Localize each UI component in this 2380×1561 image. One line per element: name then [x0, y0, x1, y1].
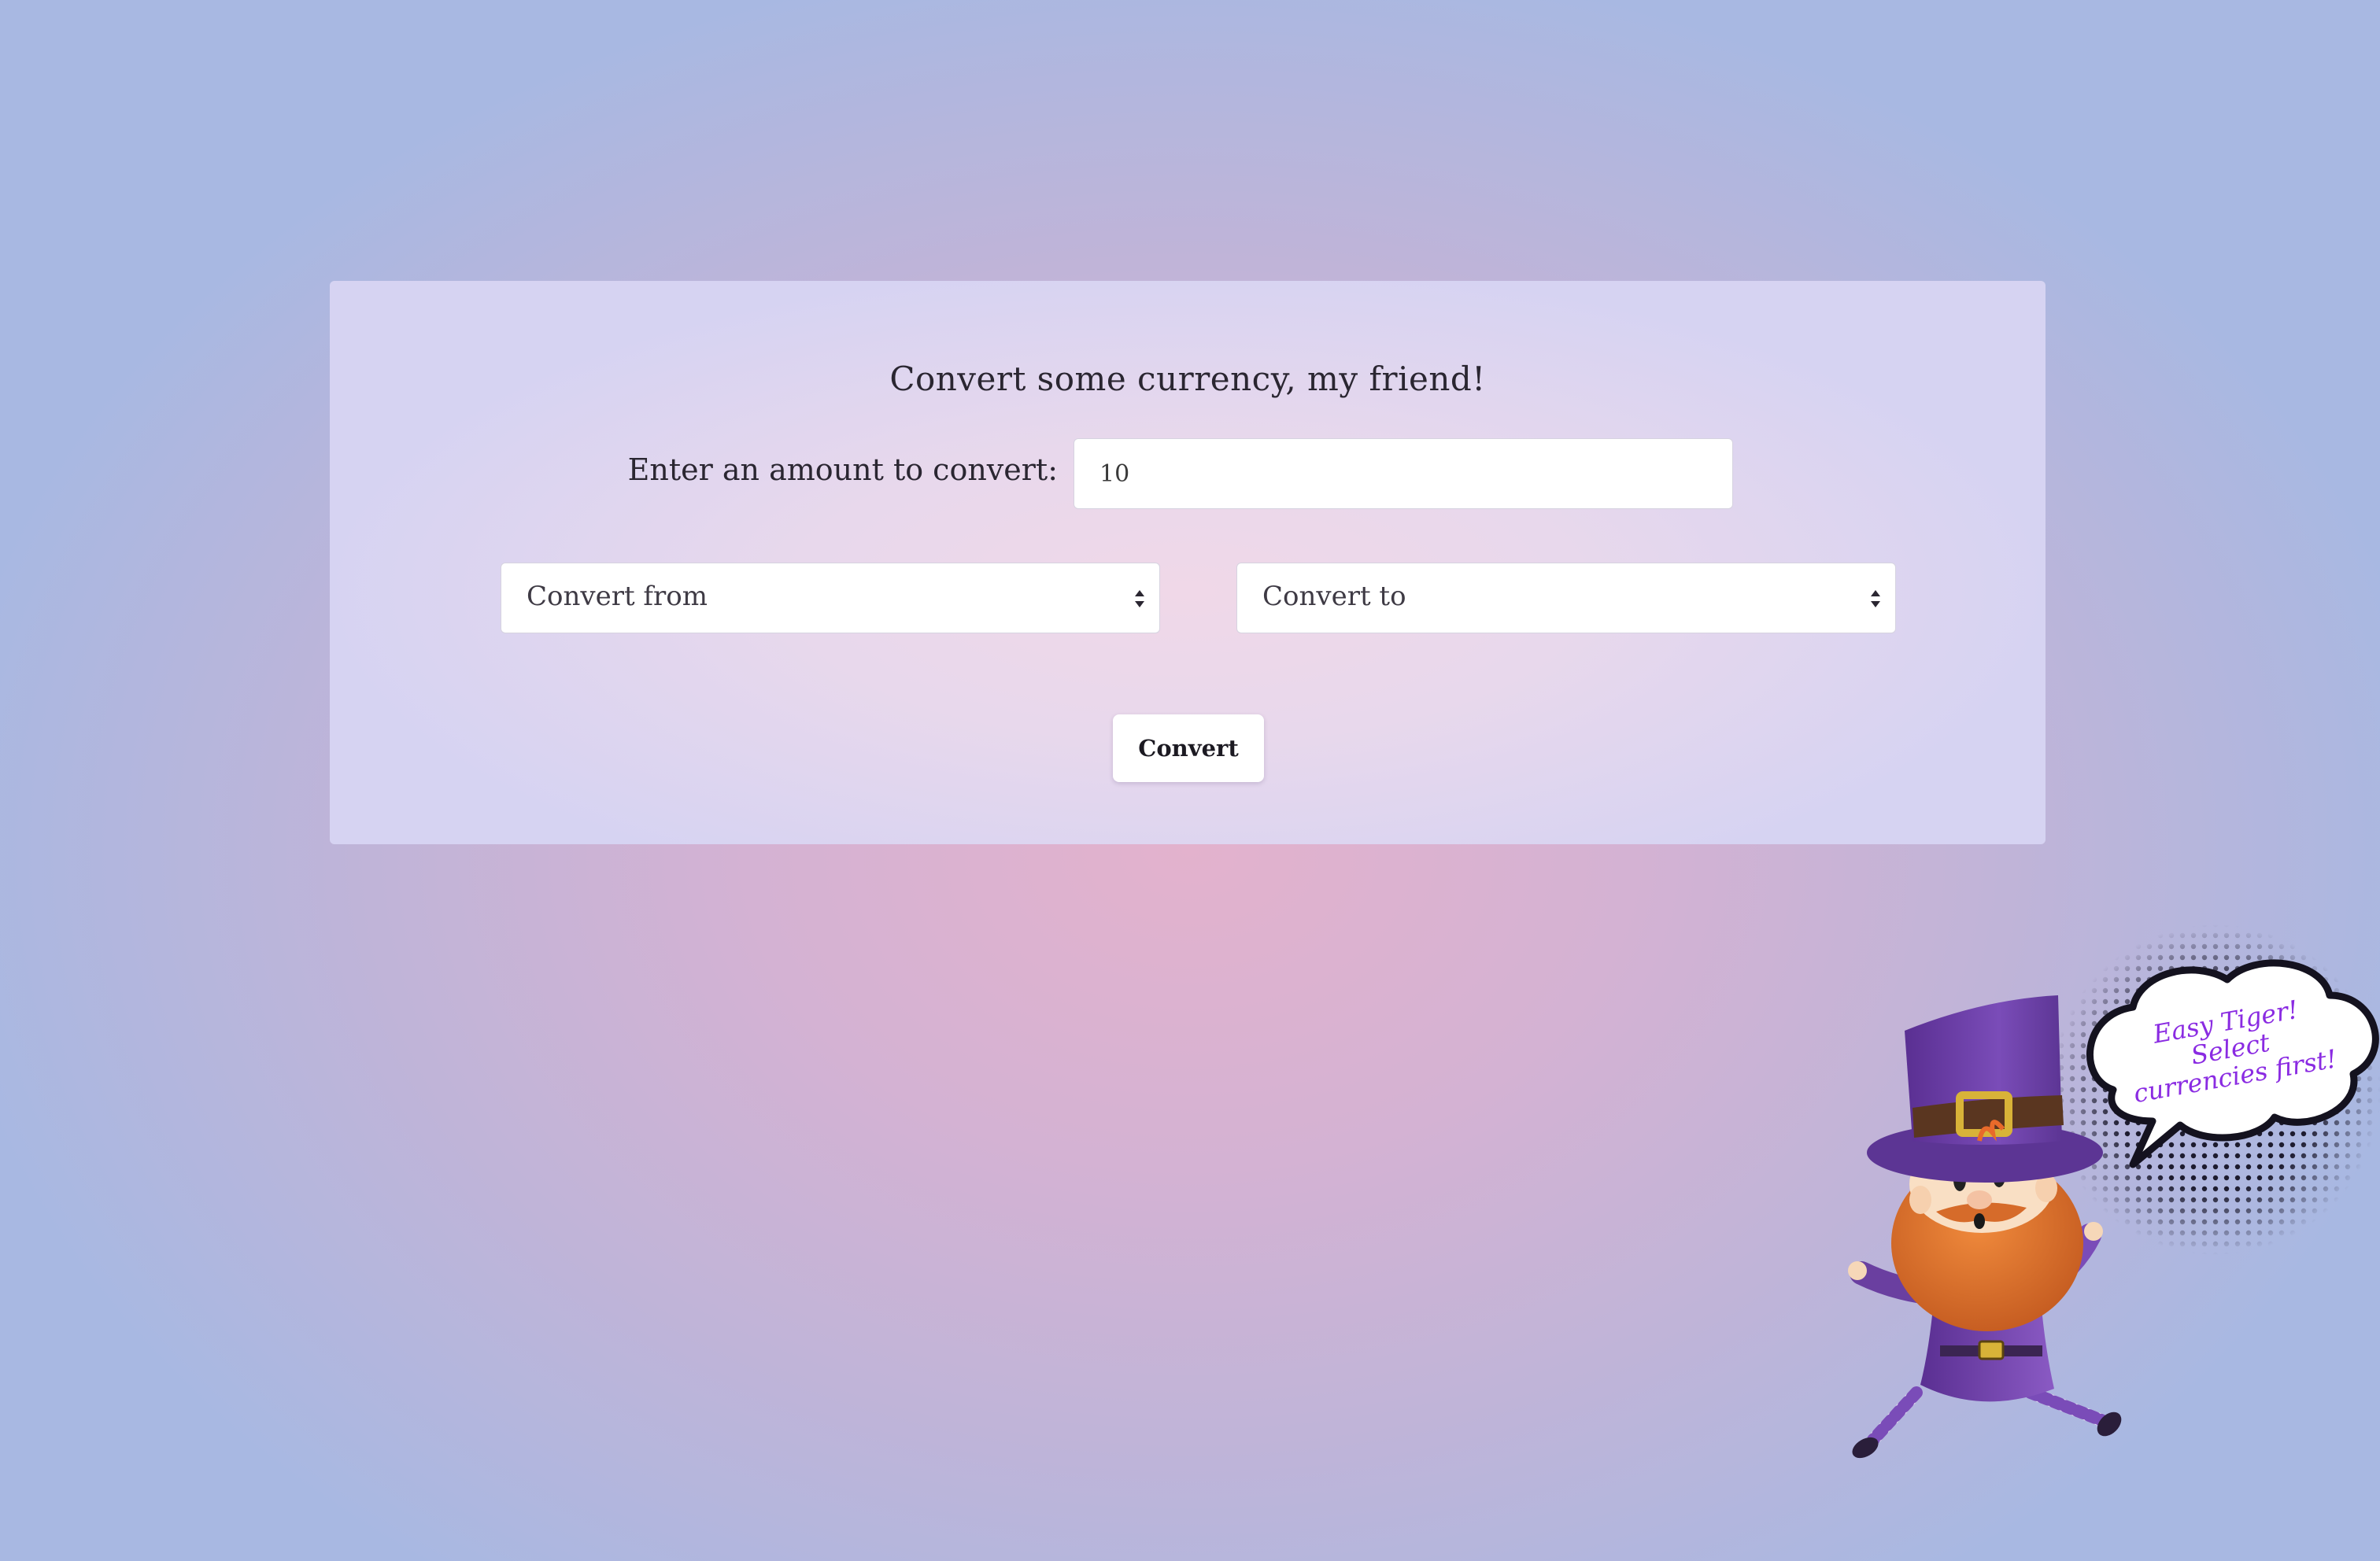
convert-to-value: Convert to — [1262, 581, 1406, 612]
leprechaun-legs — [1852, 1386, 2122, 1459]
convert-button[interactable]: Convert — [1113, 714, 1264, 782]
sort-arrows-icon — [1871, 590, 1880, 607]
converter-card: Convert some currency, my friend! Enter … — [330, 281, 2046, 844]
convert-to-select[interactable]: Convert to — [1236, 563, 1896, 633]
convert-from-value: Convert from — [527, 581, 708, 612]
leprechaun-mascot: Easy Tiger! Select currencies first! — [1848, 921, 2380, 1459]
amount-label: Enter an amount to convert: — [627, 452, 1058, 487]
sort-arrows-icon — [1135, 590, 1144, 607]
page-title: Convert some currency, my friend! — [889, 360, 1486, 398]
convert-from-select[interactable]: Convert from — [501, 563, 1160, 633]
amount-input[interactable] — [1074, 438, 1733, 509]
